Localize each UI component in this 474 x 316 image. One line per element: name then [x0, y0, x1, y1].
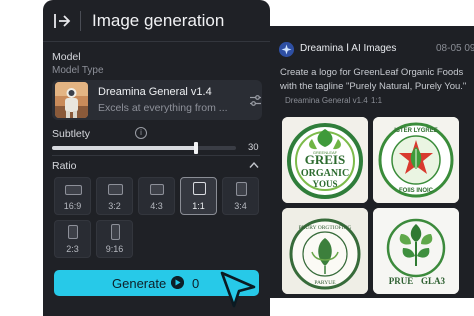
credit-icon: [171, 276, 184, 289]
model-thumbnail: [55, 82, 88, 118]
logo-text: PARYUE: [314, 280, 336, 286]
panel-header: Image generation: [43, 0, 270, 42]
ratio-shape-icon: [65, 185, 82, 195]
logo-text: YOUS: [312, 179, 337, 189]
collapse-panel-icon[interactable]: [52, 11, 72, 31]
ratio-option-1-1[interactable]: 1:1: [180, 177, 217, 215]
ratio-shape-icon: [68, 225, 78, 239]
header-divider: [80, 11, 81, 31]
ratio-option-2-3[interactable]: 2:3: [54, 220, 91, 258]
subtlety-slider[interactable]: [52, 146, 236, 150]
model-description: Excels at everything from ...: [98, 102, 228, 114]
ratio-option-16-9[interactable]: 16:9: [54, 177, 91, 215]
logo-text: ORGANIC: [301, 168, 349, 179]
credit-count: 0: [192, 276, 200, 291]
ratio-option-label: 16:9: [63, 201, 82, 211]
ratio-shape-icon: [150, 184, 164, 195]
model-section-label: Model: [52, 51, 81, 63]
app-name: Dreamina Ⅰ AI Images: [300, 43, 397, 54]
ratio-option-label: 4:3: [150, 201, 163, 211]
panel-title: Image generation: [92, 11, 225, 30]
logo-text: GREENLEAF: [313, 150, 338, 155]
ratio-option-label: 2:3: [66, 244, 79, 254]
generated-image[interactable]: ISTER LYGREE FOIIS INOIC: [373, 117, 459, 203]
model-selector[interactable]: Dreamina General v1.4 Excels at everythi…: [52, 80, 262, 120]
ratio-option-3-4[interactable]: 3:4: [222, 177, 259, 215]
timestamp: 08-05 09:15: [436, 43, 474, 54]
slider-handle[interactable]: [194, 142, 198, 154]
results-panel: Dreamina Ⅰ AI Images 08-05 09:15 Create …: [270, 26, 474, 298]
logo-image-pruty: PRURY ORGTIOFING PARYUE: [282, 208, 368, 294]
meta-model: Dreamina General v1.4: [285, 96, 368, 105]
logo-text: PRUE: [389, 276, 414, 286]
ratio-option-label: 9:16: [105, 244, 124, 254]
screenshot-stage: Image generation Model Model Type Dreami…: [0, 0, 474, 316]
logo-text: FOIIS INOIC: [399, 188, 434, 194]
ratio-shape-icon: [193, 182, 206, 195]
prompt-text: Create a logo for GreenLeaf Organic Food…: [280, 67, 467, 92]
subtlety-value: 30: [248, 142, 259, 153]
ratio-option-label: 3:4: [234, 201, 247, 211]
section-divider: [52, 155, 260, 156]
sliders-icon[interactable]: [249, 94, 262, 107]
logo-text: ISTER LYGREE: [394, 128, 437, 134]
info-icon[interactable]: i: [135, 127, 147, 139]
mouse-pointer-icon: [220, 271, 256, 308]
logo-image-greens: GREIS ORGANIC YOUS GREENLEAF: [282, 117, 368, 203]
ratio-option-9-16[interactable]: 9:16: [96, 220, 133, 258]
ratio-shape-icon: [111, 224, 120, 240]
meta-ratio: 1:1: [371, 96, 383, 105]
generate-label: Generate: [112, 276, 167, 291]
ratio-shape-icon: [108, 184, 123, 195]
model-type-label: Model Type: [52, 65, 104, 76]
generated-image[interactable]: GREIS ORGANIC YOUS GREENLEAF: [282, 117, 368, 203]
ratio-label: Ratio: [52, 160, 77, 172]
ratio-option-label: 1:1: [192, 201, 205, 211]
generated-image[interactable]: PRUE GLA3: [373, 208, 459, 294]
generated-image[interactable]: PRURY ORGTIOFING PARYUE: [282, 208, 368, 294]
logo-image-leaf-star: ISTER LYGREE FOIIS INOIC: [373, 117, 459, 203]
dreamina-logo-icon: [279, 42, 294, 57]
ratio-option-3-2[interactable]: 3:2: [96, 177, 133, 215]
logo-text: GLA3: [421, 276, 446, 286]
chevron-up-icon[interactable]: [249, 161, 259, 169]
subtlety-label: Subtlety: [52, 128, 90, 140]
ratio-shape-icon: [236, 182, 247, 196]
slider-fill: [52, 146, 196, 150]
logo-image-prue: PRUE GLA3: [373, 208, 459, 294]
logo-text: PRURY ORGTIOFING: [299, 225, 352, 231]
ratio-option-4-3[interactable]: 4:3: [138, 177, 175, 215]
model-name: Dreamina General v1.4: [98, 86, 212, 98]
ratio-option-label: 3:2: [108, 201, 121, 211]
